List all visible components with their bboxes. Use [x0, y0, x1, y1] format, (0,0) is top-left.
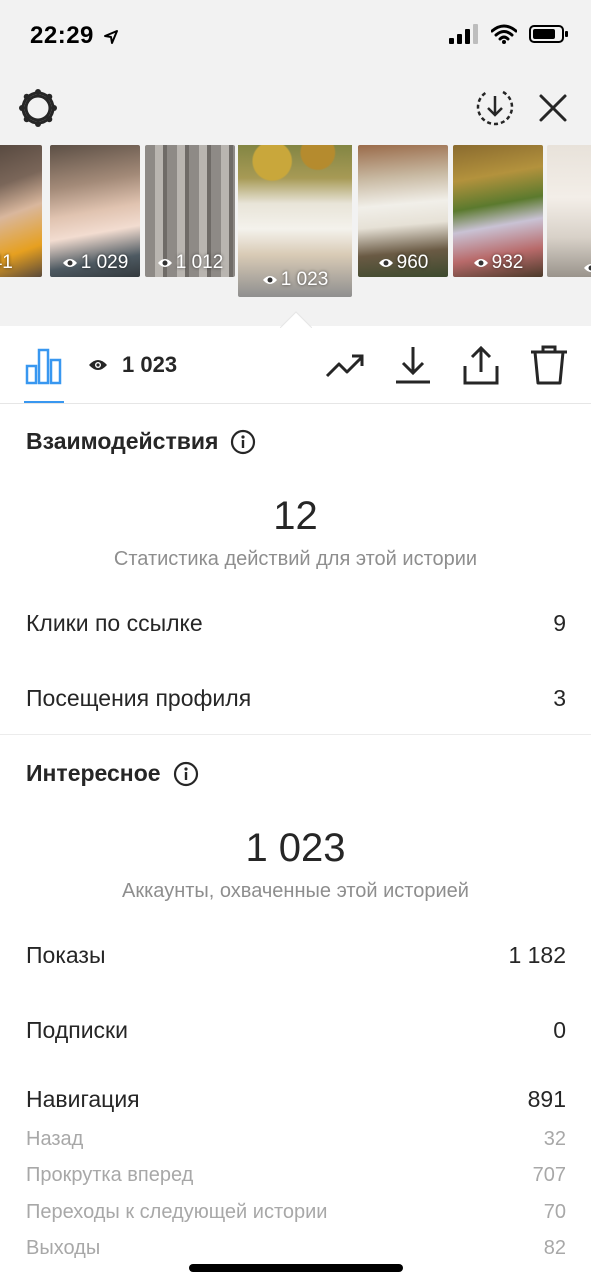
insights-tabbar: 1 023	[0, 326, 591, 404]
story-thumbnail[interactable]: 1 029	[50, 145, 140, 277]
views-count: 1 023	[88, 352, 177, 378]
stat-row: Подписки 0	[26, 1017, 566, 1044]
stat-value: 891	[527, 1086, 566, 1112]
stat-label: Назад	[26, 1128, 84, 1150]
eye-icon	[89, 360, 107, 370]
story-thumbnails: 141 1 029 1 012 1 023 960 932	[0, 145, 591, 305]
nav-stat-row: Выходы 82	[26, 1237, 566, 1260]
story-thumbnail[interactable]: 960	[358, 145, 448, 277]
eye-icon	[62, 259, 77, 267]
story-thumbnail[interactable]: 141	[0, 145, 42, 277]
stat-row: Показы 1 182	[26, 942, 566, 969]
interactions-title: Взаимодействия	[26, 428, 256, 455]
interactions-caption: Статистика действий для этой истории	[113, 548, 478, 570]
battery-icon	[529, 25, 568, 43]
stat-value: 9	[553, 610, 566, 636]
stat-value: 70	[543, 1201, 566, 1223]
bar-chart-icon[interactable]	[24, 346, 64, 386]
status-icons	[449, 24, 569, 44]
discovery-caption: Аккаунты, охваченные этой историей	[122, 880, 469, 902]
location-arrow-icon	[104, 29, 119, 44]
discovery-total: 1 023	[245, 826, 346, 870]
story-thumbnail[interactable]: 932	[453, 145, 543, 277]
active-tab-indicator	[24, 401, 64, 403]
download-circle-icon[interactable]	[473, 86, 517, 130]
eye-icon	[262, 276, 277, 284]
stat-row: Посещения профиля 3	[26, 685, 566, 712]
interactions-total: 12	[273, 494, 318, 538]
wifi-icon	[491, 24, 517, 44]
stat-value: 1 182	[508, 942, 566, 968]
stat-label: Выходы	[26, 1237, 101, 1259]
nav-stat-row: Прокрутка вперед 707	[26, 1164, 566, 1187]
eye-icon	[378, 259, 393, 267]
status-bar: 22:29	[0, 0, 591, 72]
status-time: 22:29	[30, 22, 119, 50]
trash-icon[interactable]	[529, 344, 569, 386]
stat-value: 82	[543, 1237, 566, 1259]
stat-value: 32	[543, 1128, 566, 1150]
download-icon[interactable]	[393, 344, 433, 386]
eye-icon	[157, 259, 172, 267]
stat-label: Подписки	[26, 1017, 128, 1043]
stat-value: 3	[553, 685, 566, 711]
story-thumbnail[interactable]: 1 012	[145, 145, 235, 277]
stat-row: Навигация 891	[26, 1086, 566, 1113]
selected-story-caret	[280, 311, 312, 328]
info-icon[interactable]	[230, 429, 256, 455]
signal-icon	[449, 24, 478, 44]
stat-label: Показы	[26, 942, 106, 968]
nav-stat-row: Назад 32	[26, 1128, 566, 1151]
stat-label: Переходы к следующей истории	[26, 1201, 328, 1223]
gear-icon[interactable]	[16, 86, 60, 130]
stat-value: 0	[553, 1017, 566, 1043]
nav-stat-row: Переходы к следующей истории 70	[26, 1201, 566, 1224]
discovery-title: Интересное	[26, 760, 199, 787]
stat-row: Клики по ссылке 9	[26, 610, 566, 637]
story-thumbnail[interactable]	[547, 145, 591, 277]
stat-label: Посещения профиля	[26, 685, 252, 711]
story-actions	[325, 344, 569, 386]
insights-panel: 1 023 Взаимодействия 12 Статистика дейст…	[0, 326, 591, 1280]
info-icon[interactable]	[173, 761, 199, 787]
stat-label: Клики по ссылке	[26, 610, 203, 636]
home-indicator[interactable]	[189, 1264, 403, 1272]
trending-up-icon[interactable]	[325, 344, 365, 386]
eye-icon	[583, 264, 591, 272]
eye-icon	[473, 259, 488, 267]
story-thumbnail-selected[interactable]: 1 023	[238, 145, 352, 297]
close-icon[interactable]	[533, 88, 573, 128]
stat-label: Прокрутка вперед	[26, 1164, 194, 1186]
share-icon[interactable]	[461, 344, 501, 386]
section-divider	[0, 734, 591, 735]
stat-label: Навигация	[26, 1086, 140, 1112]
story-toolbar	[0, 80, 591, 136]
stat-value: 707	[532, 1164, 566, 1186]
